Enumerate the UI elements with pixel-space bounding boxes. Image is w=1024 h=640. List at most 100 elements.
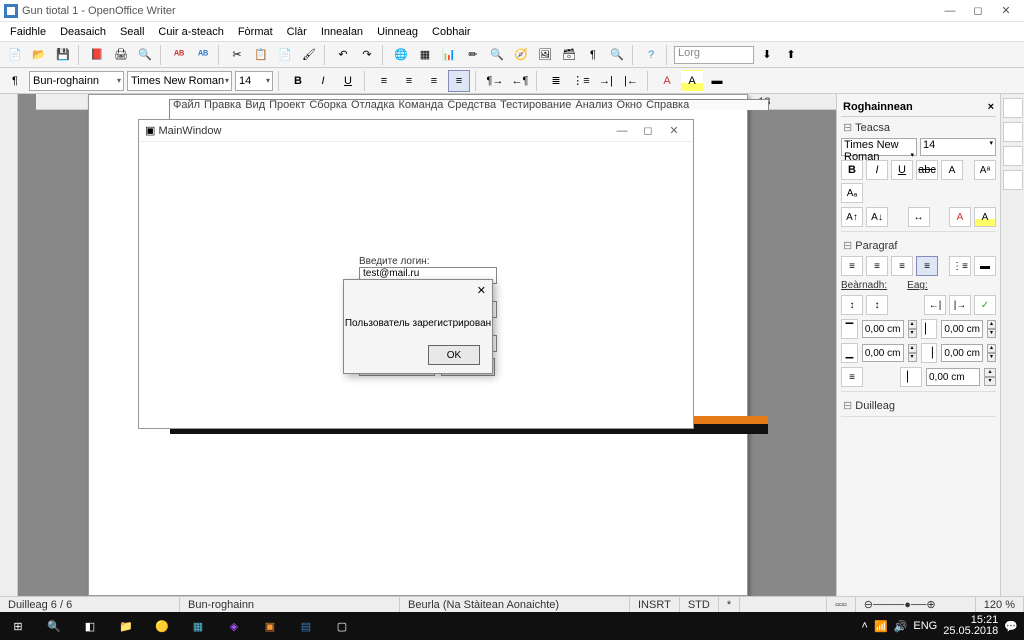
font-combo[interactable]: Times New Roman — [127, 71, 232, 91]
align-right-icon[interactable]: ≡ — [423, 70, 445, 92]
gallery-icon[interactable]: 🖼 — [534, 44, 556, 66]
datasource-icon[interactable]: 🗃 — [558, 44, 580, 66]
search-up-icon[interactable]: ⬆ — [780, 44, 802, 66]
linespace-icon[interactable]: ≡ — [841, 367, 863, 387]
side-bold-icon[interactable]: B — [841, 160, 863, 180]
indent-inc-icon2[interactable]: |→ — [949, 295, 971, 315]
menu-table[interactable]: Clàr — [281, 24, 313, 40]
para-justify-icon[interactable]: ≡ — [916, 256, 938, 276]
ltr-icon[interactable]: ¶→ — [484, 70, 506, 92]
highlight-icon[interactable]: A — [681, 70, 703, 92]
section-paragraph[interactable]: Paragraf — [841, 237, 996, 254]
search-down-icon[interactable]: ⬇ — [756, 44, 778, 66]
styles-icon[interactable]: ¶ — [4, 70, 26, 92]
space-dec-icon[interactable]: ↕ — [866, 295, 888, 315]
size-combo[interactable]: 14 — [235, 71, 273, 91]
writer-taskbar-icon[interactable]: ▤ — [288, 612, 324, 640]
preview-icon[interactable]: 🔍 — [134, 44, 156, 66]
tab-properties-icon[interactable] — [1003, 98, 1023, 118]
menu-edit[interactable]: Deasaich — [54, 24, 112, 40]
nonprint-icon[interactable]: ¶ — [582, 44, 604, 66]
tab-styles-icon[interactable] — [1003, 122, 1023, 142]
menu-format[interactable]: Fòrmat — [232, 24, 279, 40]
show-draw-icon[interactable]: ✏ — [462, 44, 484, 66]
zoom-icon[interactable]: 🔍 — [606, 44, 628, 66]
space-inc-icon[interactable]: ↕ — [841, 295, 863, 315]
para-center-icon[interactable]: ≡ — [866, 256, 888, 276]
side-underline-icon[interactable]: U — [891, 160, 913, 180]
side-size-combo[interactable]: 14 — [920, 138, 996, 156]
status-zoom[interactable]: 120 % — [976, 597, 1024, 612]
maximize-button[interactable]: ◻ — [964, 2, 992, 20]
para-bgcolor-icon[interactable]: ▬ — [974, 256, 996, 276]
mw-minimize-button[interactable]: — — [609, 125, 635, 137]
tray-network-icon[interactable]: 📶 — [874, 620, 888, 633]
align-center-icon[interactable]: ≡ — [398, 70, 420, 92]
tray-lang[interactable]: ENG — [913, 620, 937, 632]
explorer-icon[interactable]: 📁 — [108, 612, 144, 640]
tray-volume-icon[interactable]: 🔊 — [894, 620, 908, 633]
section-page[interactable]: Duilleag — [841, 397, 996, 414]
status-lang[interactable]: Beurla (Na Stàitean Aonaichte) — [400, 597, 630, 612]
taskview-icon[interactable]: ◧ — [72, 612, 108, 640]
side-strike-icon[interactable]: abc — [916, 160, 938, 180]
italic-icon[interactable]: I — [312, 70, 334, 92]
indent-dec-icon2[interactable]: ←| — [924, 295, 946, 315]
navigator-icon[interactable]: 🧭 — [510, 44, 532, 66]
align-justify-icon[interactable]: ≡ — [448, 70, 470, 92]
copy-icon[interactable]: 📋 — [250, 44, 272, 66]
side-highlight-icon[interactable]: A — [974, 207, 996, 227]
font-color-icon[interactable]: A — [656, 70, 678, 92]
menu-insert[interactable]: Cuir a-steach — [152, 24, 229, 40]
below-space-icon[interactable]: ▁ — [841, 343, 858, 363]
new-doc-icon[interactable]: 📄 — [4, 44, 26, 66]
side-spacing-icon[interactable]: ↔ — [908, 207, 930, 227]
paste-icon[interactable]: 📄 — [274, 44, 296, 66]
side-shadow-icon[interactable]: A — [941, 160, 963, 180]
msgbox-ok-button[interactable]: OK — [428, 345, 480, 365]
mainwin-taskbar-icon[interactable]: ▢ — [324, 612, 360, 640]
align-left-icon[interactable]: ≡ — [373, 70, 395, 92]
tab-gallery-icon[interactable] — [1003, 146, 1023, 166]
status-sel[interactable]: * — [719, 597, 740, 612]
app2-icon[interactable]: ▣ — [252, 612, 288, 640]
indent-inc-icon[interactable]: →| — [595, 70, 617, 92]
rtl-icon[interactable]: ←¶ — [509, 70, 531, 92]
menu-file[interactable]: Faidhle — [4, 24, 52, 40]
side-shrink-icon[interactable]: A↓ — [866, 207, 888, 227]
menu-window[interactable]: Uinneag — [371, 24, 424, 40]
below-space-spin[interactable]: 0,00 cm — [862, 344, 904, 362]
tab-navigator-icon[interactable] — [1003, 170, 1023, 190]
app1-icon[interactable]: ▦ — [180, 612, 216, 640]
spellcheck-icon[interactable]: ᴬᴮ — [168, 44, 190, 66]
left-indent-icon[interactable]: ▏ — [921, 319, 938, 339]
search-input[interactable]: Lorg — [674, 46, 754, 64]
above-space-spin[interactable]: 0,00 cm — [862, 320, 904, 338]
indent-dec-icon[interactable]: |← — [620, 70, 642, 92]
search-icon-tb[interactable]: 🔍 — [36, 612, 72, 640]
bg-color-icon[interactable]: ▬ — [706, 70, 728, 92]
right-indent-icon[interactable]: ▕ — [921, 343, 938, 363]
redo-icon[interactable]: ↷ — [356, 44, 378, 66]
zoom-slider[interactable]: ⊖────●──⊕ — [856, 597, 976, 612]
msgbox-close-icon[interactable]: ✕ — [477, 284, 486, 297]
section-text[interactable]: Teacsa — [841, 119, 996, 136]
find-icon[interactable]: 🔍 — [486, 44, 508, 66]
help-icon[interactable]: ? — [640, 44, 662, 66]
export-pdf-icon[interactable]: 📕 — [86, 44, 108, 66]
menu-tools[interactable]: Innealan — [315, 24, 369, 40]
tray-clock[interactable]: 15:21 25.05.2018 — [943, 615, 998, 637]
underline-icon[interactable]: U — [337, 70, 359, 92]
open-icon[interactable]: 📂 — [28, 44, 50, 66]
para-right-icon[interactable]: ≡ — [891, 256, 913, 276]
chart-icon[interactable]: 📊 — [438, 44, 460, 66]
tray-notifications-icon[interactable]: 💬 — [1004, 620, 1018, 633]
status-page[interactable]: Duilleag 6 / 6 — [0, 597, 180, 612]
mw-close-button[interactable]: ✕ — [661, 124, 687, 137]
status-insert[interactable]: INSRT — [630, 597, 680, 612]
start-button[interactable]: ⊞ — [0, 612, 36, 640]
bold-icon[interactable]: B — [287, 70, 309, 92]
para-bullets-icon[interactable]: ⋮≡ — [949, 256, 971, 276]
right-indent-spin[interactable]: 0,00 cm — [941, 344, 983, 362]
browser-icon[interactable]: 🟡 — [144, 612, 180, 640]
